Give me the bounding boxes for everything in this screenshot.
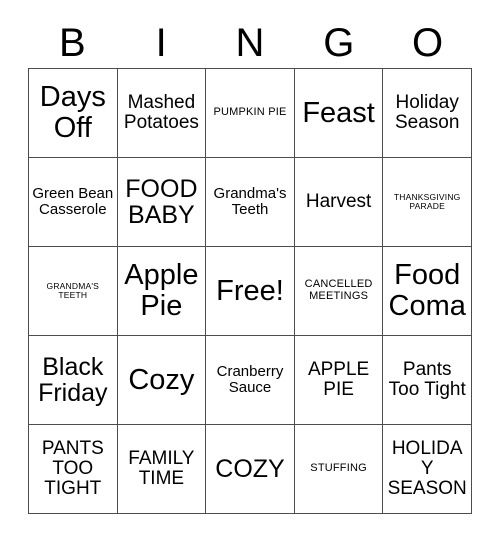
bingo-cell-label: FOOD BABY [125, 174, 198, 229]
bingo-cell[interactable]: FAMILY TIME [117, 425, 207, 514]
bingo-cell[interactable]: Harvest [294, 158, 384, 247]
bingo-cell[interactable]: STUFFING [294, 425, 384, 514]
bingo-cell[interactable]: COZY [206, 425, 295, 514]
bingo-cell-label: Feast [302, 96, 375, 129]
bingo-cell[interactable]: APPLE PIE [294, 336, 384, 425]
bingo-cell[interactable]: GRANDMA'S TEETH [29, 247, 118, 336]
bingo-cell-label: CANCELLED MEETINGS [304, 278, 373, 302]
bingo-grid: Days Off Mashed Potatoes PUMPKIN PIE Feast H… [28, 68, 472, 514]
bingo-cell-label: PUMPKIN PIE [213, 106, 287, 119]
bingo-cell[interactable]: Cranberry Sauce [206, 336, 295, 425]
bingo-cell-label: Cranberry Sauce [216, 363, 284, 396]
bingo-cell[interactable]: Grandma's Teeth [206, 158, 295, 247]
bingo-cell-label: HOLIDAY SEASON [387, 437, 467, 500]
bingo-cell[interactable]: Free! [206, 247, 295, 336]
bingo-cell[interactable]: Cozy [117, 336, 207, 425]
bingo-cell-label: Green Bean Casserole [32, 185, 114, 218]
bingo-cell-label: Cozy [128, 363, 195, 396]
bingo-cell[interactable]: PUMPKIN PIE [206, 69, 295, 158]
bingo-cell-label: Mashed Potatoes [123, 91, 199, 133]
bingo-cell-label: Black Friday [38, 352, 108, 407]
bingo-cell[interactable]: Food Coma [383, 247, 472, 336]
bingo-cell-label: GRANDMA'S TEETH [46, 281, 100, 300]
bingo-cell[interactable]: THANKSGIVING PARADE [383, 158, 472, 247]
bingo-cell-label: PANTS TOO TIGHT [41, 437, 104, 500]
bingo-cell[interactable]: Pants Too Tight [383, 336, 472, 425]
bingo-cell[interactable]: Apple Pie [117, 247, 207, 336]
bingo-cell-label: Harvest [305, 190, 372, 212]
bingo-cell-label: Days Off [39, 81, 106, 144]
bingo-card: B I N G O Days Off Mashed Potatoes PUMPKIN… [0, 0, 500, 544]
bingo-cell[interactable]: FOOD BABY [117, 158, 207, 247]
bingo-cell[interactable]: Holiday Season [383, 69, 472, 158]
bingo-cell[interactable]: Feast [294, 69, 384, 158]
bingo-cell-label: THANKSGIVING PARADE [393, 192, 461, 211]
bingo-cell[interactable]: PANTS TOO TIGHT [29, 425, 118, 514]
bingo-cell-label: Apple Pie [124, 259, 199, 322]
bingo-cell[interactable]: CANCELLED MEETINGS [294, 247, 384, 336]
bingo-cell-label: STUFFING [310, 462, 367, 475]
bingo-cell[interactable]: Black Friday [29, 336, 118, 425]
bingo-cell-label: FAMILY TIME [128, 447, 195, 489]
bingo-cell[interactable]: Green Bean Casserole [29, 158, 118, 247]
bingo-cell-label: Free! [216, 274, 284, 307]
bingo-cell[interactable]: Days Off [29, 69, 118, 158]
bingo-header-row: B I N G O [28, 18, 472, 68]
bingo-cell[interactable]: HOLIDAY SEASON [383, 425, 472, 514]
bingo-cell-label: APPLE PIE [307, 358, 370, 400]
bingo-header-letter-o: O [412, 21, 444, 65]
bingo-header-letter-i: I [155, 21, 167, 65]
bingo-cell-label: Pants Too Tight [388, 358, 466, 400]
bingo-header-letter-b: B [59, 21, 86, 65]
bingo-cell-label: Food Coma [388, 259, 466, 322]
bingo-cell-label: Holiday Season [394, 91, 460, 133]
bingo-header-letter-n: N [235, 21, 265, 65]
bingo-cell[interactable]: Mashed Potatoes [117, 69, 207, 158]
bingo-cell-label: Grandma's Teeth [213, 185, 287, 218]
bingo-cell-label: COZY [215, 454, 285, 483]
bingo-header-letter-g: G [323, 21, 355, 65]
